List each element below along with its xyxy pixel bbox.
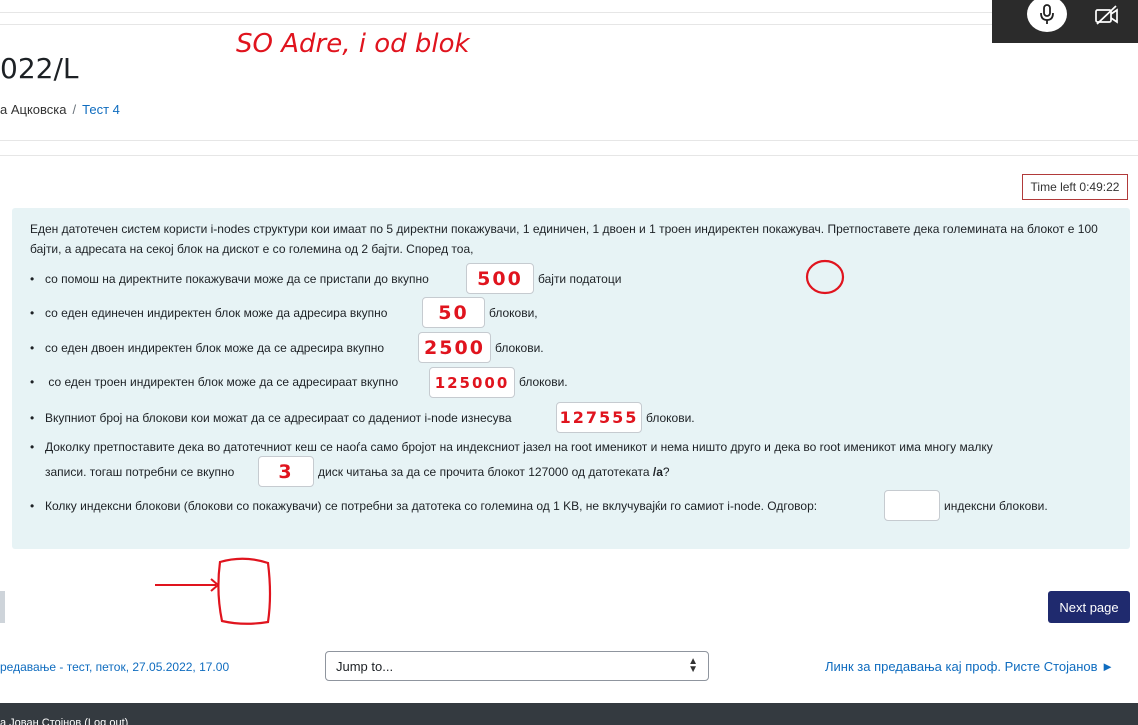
list-item: • Вкупниот број на блокови кои можат да с… (30, 411, 512, 425)
answer-field-total[interactable]: 127555 (556, 402, 642, 433)
top-divider-2 (0, 24, 1138, 25)
select-arrows-icon: ▲ ▼ (688, 656, 698, 675)
item-suffix: блокови. (646, 411, 695, 425)
item-suffix: диск читања за да се прочита блокот 1270… (318, 465, 670, 479)
answer-field-direct[interactable]: 500 (466, 263, 534, 294)
list-item: • Колку индексни блокови (блокови со пока… (30, 499, 818, 513)
list-item: • Доколку претпоставите дека во датотечни… (30, 440, 993, 454)
microphone-icon (1040, 4, 1054, 24)
item-suffix: блокови, (489, 306, 538, 320)
page-footer: а Јован Стојнов (Log out) (0, 703, 1138, 725)
footer-login-info: а Јован Стојнов (Log out) (0, 717, 129, 725)
page-title: 022/L (0, 52, 79, 85)
top-divider (0, 12, 1138, 13)
content-divider (0, 155, 1138, 156)
item-suffix: бајти податоци (538, 272, 622, 286)
breadcrumb-item-course[interactable]: а Ацковска (0, 102, 67, 117)
jump-to-select[interactable]: Jump to... ▲ ▼ (325, 651, 709, 681)
breadcrumb-separator: / (72, 102, 77, 117)
handwritten-note: SO Adre, i od blok (236, 29, 471, 59)
item-text-line2: записи. тогаш потребни се вкупно (45, 465, 235, 479)
list-item: • со помош на директните покажувачи може … (30, 272, 429, 286)
item-suffix: блокови. (519, 375, 568, 389)
list-item: • со еден двоен индиректен блок може да с… (30, 341, 385, 355)
answer-field-single[interactable]: 50 (422, 297, 485, 328)
question-intro: Еден датотечен систем користи i-nodes ст… (30, 222, 1098, 256)
answer-field-double[interactable]: 2500 (418, 332, 491, 363)
list-item: • со еден единечен индиректен блок може д… (30, 306, 388, 320)
quiz-page: 022/L а Ацковска / Тест 4 Time left 0:49:2… (0, 0, 1138, 725)
answer-field-disk-reads[interactable]: 3 (258, 456, 314, 487)
previous-page-button[interactable] (0, 591, 5, 623)
item-suffix: блокови. (495, 341, 544, 355)
previous-activity-link[interactable]: редавање - тест, петок, 27.05.2022, 17.0… (0, 660, 229, 674)
camera-button[interactable] (1090, 0, 1124, 30)
camera-off-icon (1095, 5, 1118, 25)
answer-field-index-blocks[interactable] (884, 490, 940, 521)
answer-field-triple[interactable]: 125000 (429, 367, 515, 398)
next-activity-link[interactable]: Линк за предавања кај проф. Ристе Стојан… (825, 659, 1114, 674)
jump-to-label: Jump to... (336, 658, 394, 674)
handwritten-box (217, 557, 272, 625)
list-item: • со еден троен индиректен блок може да … (30, 375, 399, 389)
header-divider (0, 140, 1138, 141)
next-page-button[interactable]: Next page (1048, 591, 1130, 623)
breadcrumb-item-test[interactable]: Тест 4 (82, 102, 120, 117)
breadcrumb: а Ацковска / Тест 4 (0, 102, 120, 117)
time-left-badge: Time left 0:49:22 (1022, 174, 1128, 200)
item-suffix: индексни блокови. (944, 499, 1048, 513)
